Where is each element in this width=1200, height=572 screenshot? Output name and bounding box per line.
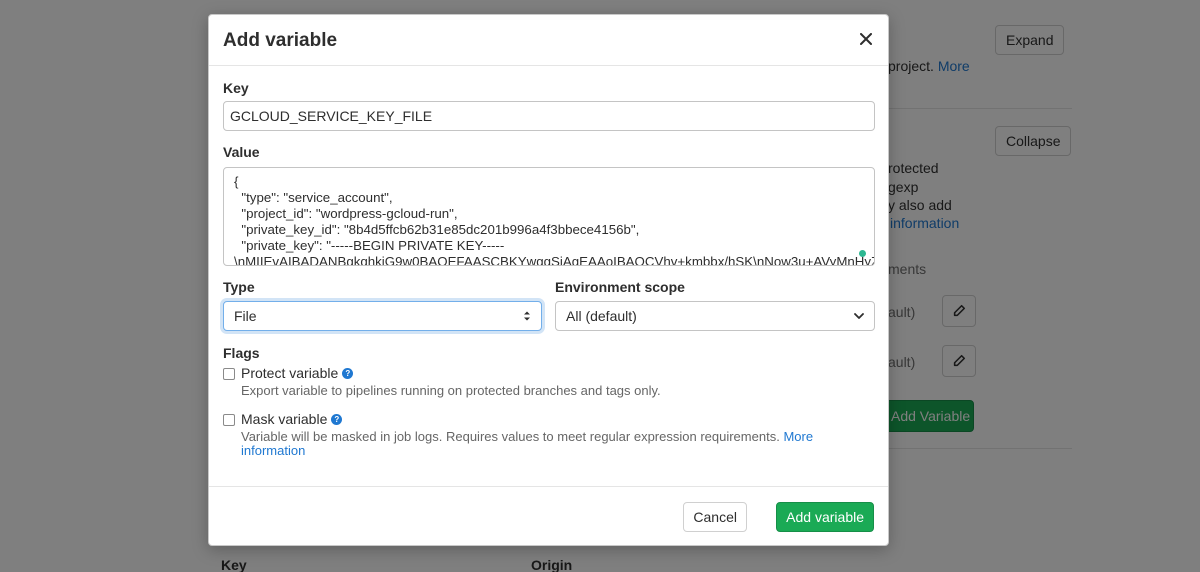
value-line: "private_key": "-----BEGIN PRIVATE KEY--… xyxy=(234,238,505,253)
modal-body: Key GCLOUD_SERVICE_KEY_FILE Value { "typ… xyxy=(209,66,888,487)
modal-title: Add variable xyxy=(223,30,338,51)
type-selected-value: File xyxy=(234,308,257,324)
mask-variable-checkbox[interactable] xyxy=(223,414,235,426)
value-line: "type": "service_account", xyxy=(234,190,393,205)
type-label: Type xyxy=(223,279,255,295)
key-label: Key xyxy=(223,80,249,96)
modal-header: Add variable xyxy=(209,15,888,66)
value-line: \nMIIEvAIBADANBgkqhkiG9w0BAQEFAASCBKYwgg… xyxy=(234,254,875,266)
value-line: "project_id": "wordpress-gcloud-run", xyxy=(234,206,458,221)
question-icon[interactable]: ? xyxy=(342,367,354,379)
modal-footer: Cancel Add variable xyxy=(209,486,888,545)
protect-variable-checkbox[interactable] xyxy=(223,368,235,380)
add-variable-modal: Add variable Key GCLOUD_SERVICE_KEY_FILE… xyxy=(208,14,889,546)
scope-label: Environment scope xyxy=(555,279,685,295)
value-line: { xyxy=(234,174,239,189)
add-variable-button[interactable]: Add variable xyxy=(776,502,874,532)
value-textarea[interactable]: { "type": "service_account", "project_id… xyxy=(223,167,875,266)
type-select[interactable]: File xyxy=(223,301,542,331)
chevron-down-icon xyxy=(854,312,864,319)
key-input[interactable]: GCLOUD_SERVICE_KEY_FILE xyxy=(223,101,875,131)
mask-variable-help: Variable will be masked in job logs. Req… xyxy=(241,429,814,458)
environment-scope-dropdown[interactable]: All (default) xyxy=(555,301,875,331)
flags-label: Flags xyxy=(223,345,260,361)
close-button[interactable] xyxy=(854,27,878,51)
protect-variable-label: Protect variable ? xyxy=(241,365,354,381)
question-icon[interactable]: ? xyxy=(331,413,343,425)
updown-arrows-icon xyxy=(524,311,530,321)
close-icon xyxy=(860,33,872,45)
resize-handle[interactable] xyxy=(859,250,866,257)
value-label: Value xyxy=(223,144,260,160)
value-line: "private_key_id": "8b4d5ffcb62b31e85dc20… xyxy=(234,222,640,237)
protect-variable-help: Export variable to pipelines running on … xyxy=(241,383,661,398)
cancel-button[interactable]: Cancel xyxy=(683,502,747,532)
more-information-link[interactable]: information xyxy=(241,443,305,458)
mask-variable-label: Mask variable ? xyxy=(241,411,343,427)
scope-selected-value: All (default) xyxy=(566,308,637,324)
more-information-link[interactable]: More xyxy=(783,429,813,444)
